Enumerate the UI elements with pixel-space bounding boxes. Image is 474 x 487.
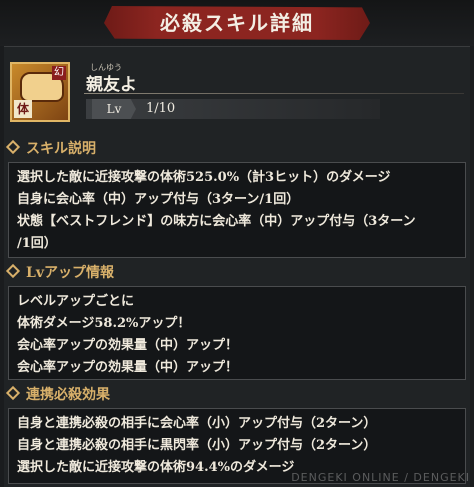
diamond-icon [5,139,21,155]
diamond-icon [5,385,21,401]
skill-icon: 幻 体 [10,62,70,122]
lv-up-line: 体術ダメージ58.2%アップ！ [17,316,191,331]
description-line: 状態【ベストフレンド】の味方に会心率（中）アップ付与（3ターン [17,214,416,229]
level-value: 1/10 [146,101,176,116]
skill-type-badge: 幻 [52,66,66,80]
combo-line: 自身と連携必殺の相手に黒閃率（小）アップ付与（2ターン） [17,438,377,453]
combo-line: 自身と連携必殺の相手に会心率（小）アップ付与（2ターン） [17,416,377,431]
page-title: 必殺スキル詳細 [160,11,314,35]
description-line: 自身に会心率（中）アップ付与（3ターン/1回） [17,192,300,207]
skill-name: 親友よ [86,75,137,95]
section-title: 連携必殺効果 [26,387,110,403]
divider [84,93,464,94]
lv-up-box: レベルアップごとに 体術ダメージ58.2%アップ！ 会心率アップの効果量（中）ア… [8,286,466,380]
lv-up-line: 会心率アップの効果量（中）アップ！ [17,360,239,375]
watermark: DENGEKI ONLINE / DENGEKI [291,471,470,484]
section-combo-header: 連携必殺効果 [5,384,466,406]
section-skill-description-header: スキル説明 [5,138,466,160]
section-lv-up-header: Lvアップ情報 [5,262,466,284]
level-label: Lv [92,99,136,119]
lv-up-line: レベルアップごとに [17,294,135,309]
diamond-icon [5,263,21,279]
description-line: 選択した敵に近接攻撃の体術525.0%（計3ヒット）のダメージ [17,170,391,185]
section-title: Lvアップ情報 [26,265,114,281]
skill-attribute-badge: 体 [14,100,32,118]
description-line: /1回） [17,236,57,251]
section-title: スキル説明 [26,141,96,157]
skill-description-box: 選択した敵に近接攻撃の体術525.0%（計3ヒット）のダメージ 自身に会心率（中… [8,162,466,258]
lv-up-line: 会心率アップの効果量（中）アップ！ [17,338,239,353]
